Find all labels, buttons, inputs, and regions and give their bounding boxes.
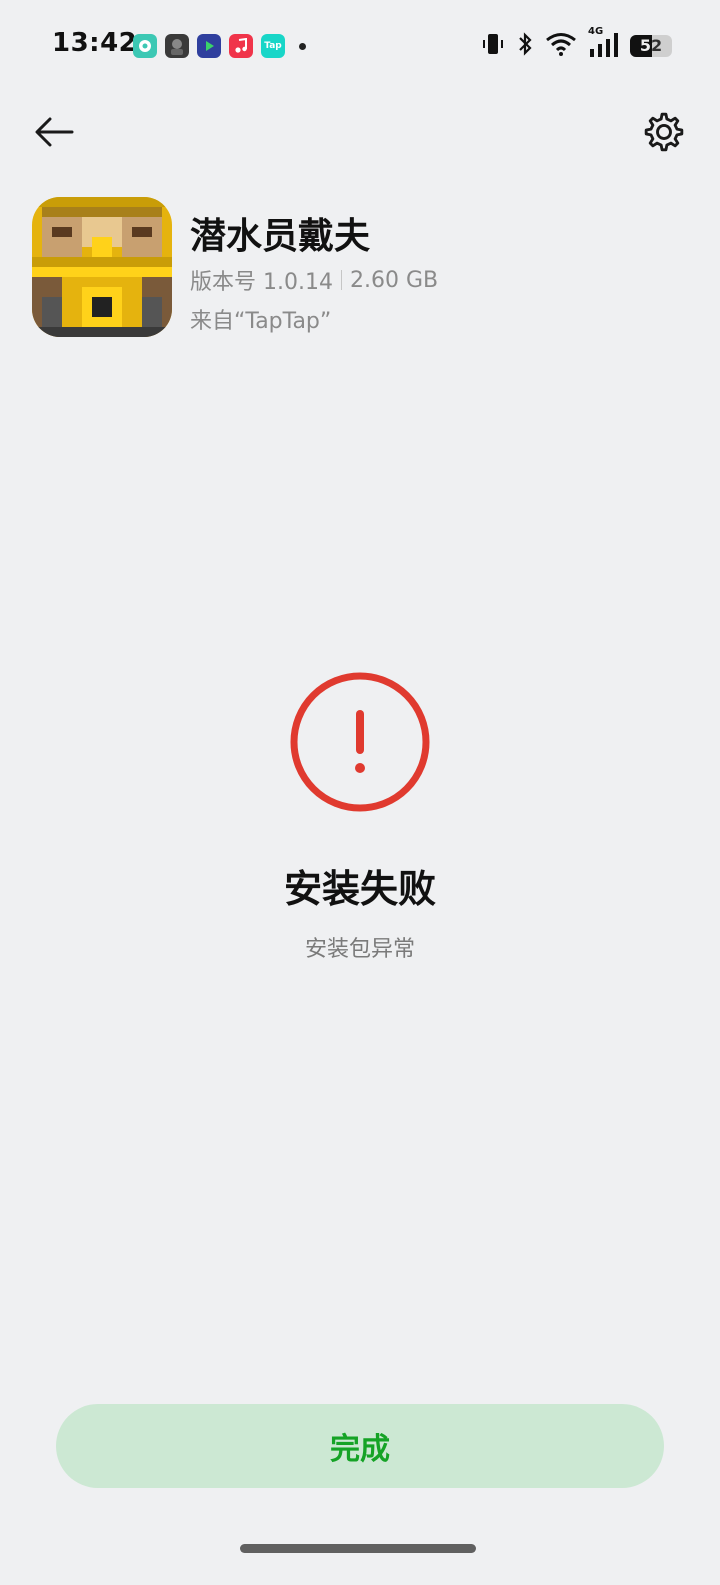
system-icons: 4G 52 xyxy=(480,26,672,62)
app-info: 潜水员戴夫 版本号 1.0.14 2.60 GB 来自“TapTap” xyxy=(32,197,692,339)
signal-icon: 4G xyxy=(588,26,620,62)
taptap-label: Tap xyxy=(264,41,282,51)
more-notifications-dot xyxy=(299,42,306,50)
vibrate-icon xyxy=(480,31,506,61)
done-button[interactable]: 完成 xyxy=(56,1404,664,1488)
gear-icon xyxy=(644,112,684,152)
bluetooth-icon xyxy=(516,31,534,61)
music-app-icon xyxy=(229,34,253,58)
video-app-icon xyxy=(197,34,221,58)
app-source: 来自“TapTap” xyxy=(190,309,332,334)
status-bar: 13:42 Tap 4G 52 xyxy=(0,0,720,92)
battery-icon: 52 xyxy=(630,35,672,57)
status-time: 13:42 xyxy=(52,28,138,58)
home-indicator[interactable] xyxy=(240,1544,476,1553)
network-type-label: 4G xyxy=(588,26,604,37)
app-size: 2.60 GB xyxy=(349,267,439,293)
install-result: 安装失败 安装包异常 xyxy=(0,670,720,963)
wifi-icon xyxy=(544,31,578,61)
taptap-icon: Tap xyxy=(261,34,285,58)
navigation-bar xyxy=(0,100,720,164)
chat-app-icon xyxy=(133,34,157,58)
result-title: 安装失败 xyxy=(283,867,436,911)
result-subtitle: 安装包异常 xyxy=(304,937,415,962)
app-version: 版本号 1.0.14 xyxy=(190,270,333,295)
error-circle-icon xyxy=(290,672,430,812)
notification-icons: Tap xyxy=(133,34,306,58)
arrow-left-icon xyxy=(35,117,74,147)
settings-button[interactable] xyxy=(638,106,690,158)
app-icon xyxy=(32,197,172,337)
back-button[interactable] xyxy=(30,108,78,156)
battery-level: 52 xyxy=(639,36,663,55)
meta-divider xyxy=(340,270,342,290)
game-avatar-icon xyxy=(165,34,189,58)
app-name: 潜水员戴夫 xyxy=(190,216,371,257)
app-meta: 版本号 1.0.14 2.60 GB xyxy=(190,264,438,296)
